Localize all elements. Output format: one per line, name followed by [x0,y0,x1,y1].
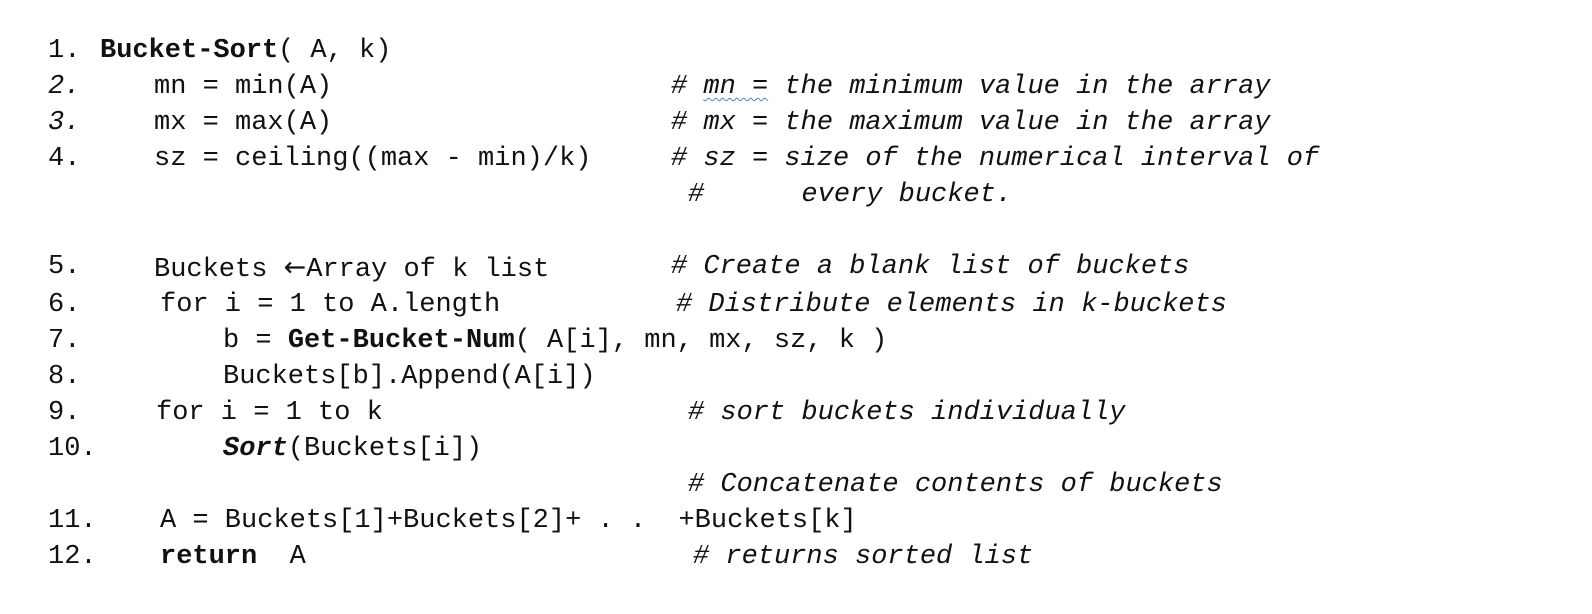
line-number: 12. [48,542,97,572]
code-text: b = Get-Bucket-Num( A[i], mn, mx, sz, k … [223,326,888,356]
comment: # sz = size of the numerical interval of [671,144,1320,174]
line-number: 1. [48,36,81,66]
line-number: 2. [48,72,81,102]
comment: # Distribute elements in k-buckets [676,290,1227,320]
code-text: ( A, k) [278,36,392,66]
code-text: Sort(Buckets[i]) [223,434,483,464]
code-text: for i = 1 to k [156,398,383,428]
spellcheck-underline: mn = [703,72,769,102]
code-text: Buckets[b].Append(A[i]) [223,362,596,392]
code-text: mx = max(A) [154,108,333,138]
comment: # mx = the maximum value in the array [671,108,1271,138]
comment: # sort buckets individually [688,398,1126,428]
line-number: 3. [48,108,81,138]
function-name: Sort [223,434,288,464]
code-text: return A [160,542,306,572]
function-name: Bucket-Sort [100,36,279,66]
line-number: 11. [48,506,97,536]
pseudocode-block: 1. Bucket-Sort ( A, k) 2. mn = min(A) # … [0,0,1592,614]
left-arrow-icon: ← [283,252,307,283]
code-text: Buckets ←Array of k list [154,252,550,285]
function-name: Get-Bucket-Num [287,326,515,356]
comment: # every bucket. [688,180,1013,210]
comment: # mn = the minimum value in the array [671,72,1271,102]
code-text: sz = ceiling((max - min)/k) [154,144,592,174]
line-number: 6. [48,290,81,320]
line-number: 4. [48,144,81,174]
line-number: 7. [48,326,81,356]
code-text: for i = 1 to A.length [160,290,501,320]
line-number: 9. [48,398,81,428]
line-number: 8. [48,362,81,392]
code-text: A = Buckets[1]+Buckets[2]+ . . +Buckets[… [160,506,857,536]
comment: # returns sorted list [693,542,1034,572]
code-text: mn = min(A) [154,72,333,102]
comment: # Create a blank list of buckets [671,252,1190,282]
return-keyword: return [160,542,258,572]
comment: # Concatenate contents of buckets [688,470,1223,500]
line-number: 5. [48,252,81,282]
line-number: 10. [48,434,97,464]
